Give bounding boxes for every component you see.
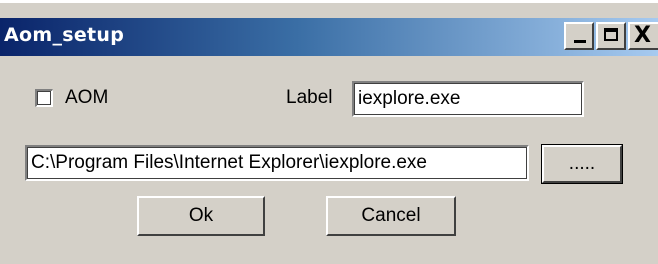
close-icon: X xyxy=(634,23,651,48)
window-title: Aom_setup xyxy=(4,24,125,46)
maximize-button[interactable] xyxy=(596,22,626,50)
close-button[interactable]: X xyxy=(628,22,658,50)
path-input[interactable]: C:\Program Files\Internet Explorer\iexpl… xyxy=(25,145,529,181)
browse-button[interactable]: ..... xyxy=(541,144,623,184)
ok-button[interactable]: Ok xyxy=(137,196,265,236)
minimize-button[interactable] xyxy=(564,22,594,50)
label-field-caption: Label xyxy=(286,87,333,108)
cancel-button[interactable]: Cancel xyxy=(326,196,456,236)
label-input[interactable]: iexplore.exe xyxy=(352,81,584,117)
minimize-icon xyxy=(574,40,586,43)
title-bar[interactable]: Aom_setup X xyxy=(0,18,658,56)
aom-checkbox-label: AOM xyxy=(65,87,109,108)
maximize-icon xyxy=(604,28,618,41)
aom-setup-window: Aom_setup X AOM Label iexplore.exe C:\Pr… xyxy=(0,0,658,264)
aom-checkbox[interactable] xyxy=(35,89,53,107)
